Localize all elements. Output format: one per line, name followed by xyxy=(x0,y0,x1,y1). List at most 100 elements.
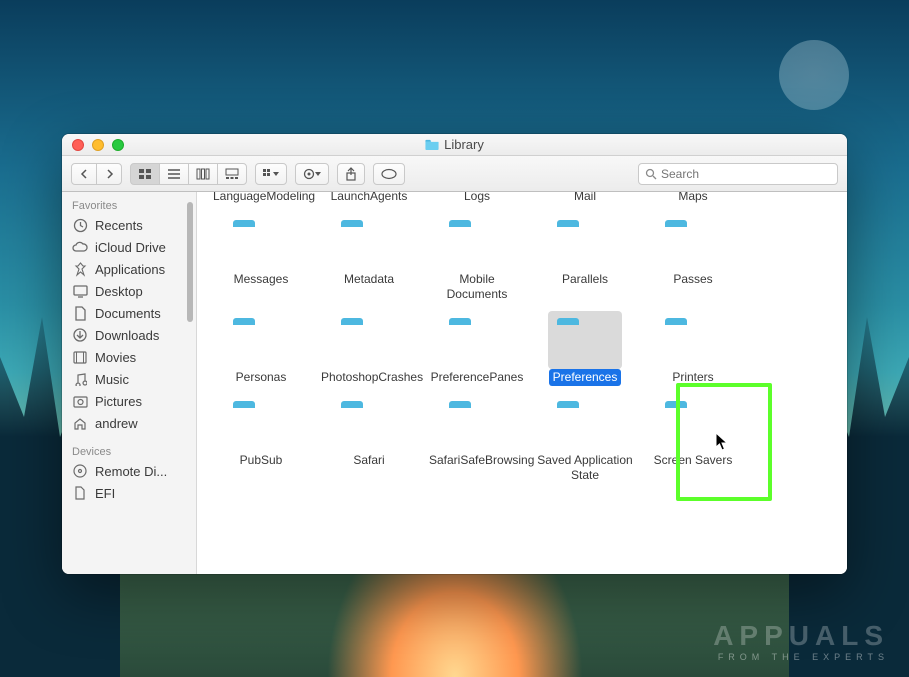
sidebar-item-recents[interactable]: Recents xyxy=(62,214,196,236)
minimize-button[interactable] xyxy=(92,139,104,151)
sidebar-item-downloads[interactable]: Downloads xyxy=(62,324,196,346)
folder-label: Messages xyxy=(230,271,293,288)
search-field[interactable] xyxy=(638,163,838,185)
folder-item[interactable]: LanguageModeling xyxy=(207,192,315,209)
search-input[interactable] xyxy=(661,167,831,181)
sidebar-item-movies[interactable]: Movies xyxy=(62,346,196,368)
close-button[interactable] xyxy=(72,139,84,151)
folder-item[interactable]: Safari xyxy=(315,390,423,488)
content-area[interactable]: LanguageModeling LaunchAgents Logs Mail Maps… xyxy=(197,192,847,574)
documents-icon xyxy=(72,305,88,321)
sidebar-section-favorites: Favorites xyxy=(62,196,196,214)
icon-view-button[interactable] xyxy=(130,163,160,185)
folder-item[interactable]: Saved Application State xyxy=(531,390,639,488)
folder-label: Logs xyxy=(460,192,494,205)
arrange-button[interactable] xyxy=(255,163,287,185)
folder-icon xyxy=(229,315,293,365)
sidebar-item-applications[interactable]: Applications xyxy=(62,258,196,280)
sidebar-item-label: Downloads xyxy=(95,328,159,343)
downloads-icon xyxy=(72,327,88,343)
sidebar-item-music[interactable]: Music xyxy=(62,368,196,390)
gallery-icon xyxy=(225,168,239,180)
folder-item[interactable]: Printers xyxy=(639,307,747,390)
back-button[interactable] xyxy=(71,163,97,185)
folder-label: Metadata xyxy=(340,271,398,288)
sidebar-scrollbar[interactable] xyxy=(187,202,193,322)
folder-label: SafariSafeBrowsing xyxy=(425,452,529,469)
list-view-button[interactable] xyxy=(159,163,189,185)
sidebar-item-label: Desktop xyxy=(95,284,143,299)
folder-icon xyxy=(337,217,401,267)
sidebar-item-desktop[interactable]: Desktop xyxy=(62,280,196,302)
folder-icon xyxy=(425,139,439,150)
folder-label: Safari xyxy=(349,452,388,469)
sidebar: Favorites Recents iCloud Drive Applicati… xyxy=(62,192,197,574)
sidebar-item-icloud[interactable]: iCloud Drive xyxy=(62,236,196,258)
cloud-icon xyxy=(72,239,88,255)
search-icon xyxy=(645,168,657,180)
folder-label: Saved Application State xyxy=(533,452,637,484)
grid-icon xyxy=(138,168,152,180)
folder-label: Maps xyxy=(674,192,711,205)
folder-label: Printers xyxy=(668,369,717,386)
folder-icon xyxy=(445,398,509,448)
pictures-icon xyxy=(72,393,88,409)
clock-icon xyxy=(72,217,88,233)
folder-label: PubSub xyxy=(236,452,287,469)
folder-item[interactable]: PubSub xyxy=(207,390,315,488)
window-title-text: Library xyxy=(444,137,484,152)
folder-item[interactable]: Personas xyxy=(207,307,315,390)
nav-buttons xyxy=(71,163,122,185)
folder-icon xyxy=(337,315,401,365)
folder-icon xyxy=(445,315,509,365)
share-button[interactable] xyxy=(337,163,365,185)
folder-item[interactable]: Preferences xyxy=(531,307,639,390)
folder-icon xyxy=(337,398,401,448)
movies-icon xyxy=(72,349,88,365)
folder-label: Preferences xyxy=(549,369,622,386)
forward-button[interactable] xyxy=(96,163,122,185)
folder-item[interactable]: Metadata xyxy=(315,209,423,307)
folder-item[interactable]: Screen Savers xyxy=(639,390,747,488)
folder-label: Passes xyxy=(669,271,716,288)
window-controls xyxy=(72,139,124,151)
sidebar-item-pictures[interactable]: Pictures xyxy=(62,390,196,412)
folder-icon xyxy=(553,315,617,365)
folder-item[interactable]: Logs xyxy=(423,192,531,209)
folder-item[interactable]: Messages xyxy=(207,209,315,307)
disc-icon xyxy=(72,463,88,479)
arrange-icon xyxy=(263,168,279,180)
sidebar-item-remote-disc[interactable]: Remote Di... xyxy=(62,460,196,482)
maximize-button[interactable] xyxy=(112,139,124,151)
column-view-button[interactable] xyxy=(188,163,218,185)
folder-item[interactable]: SafariSafeBrowsing xyxy=(423,390,531,488)
folder-label: PreferencePanes xyxy=(427,369,528,386)
sidebar-item-label: Documents xyxy=(95,306,161,321)
gallery-view-button[interactable] xyxy=(217,163,247,185)
action-button[interactable] xyxy=(295,163,329,185)
folder-item[interactable]: LaunchAgents xyxy=(315,192,423,209)
folder-icon xyxy=(553,398,617,448)
folder-item[interactable]: Mail xyxy=(531,192,639,209)
folder-label: Mobile Documents xyxy=(425,271,529,303)
folder-item[interactable]: Parallels xyxy=(531,209,639,307)
folder-item[interactable]: Maps xyxy=(639,192,747,209)
sidebar-item-documents[interactable]: Documents xyxy=(62,302,196,324)
sidebar-item-home[interactable]: andrew xyxy=(62,412,196,434)
gear-icon xyxy=(303,168,321,180)
arrange-group xyxy=(255,163,287,185)
folder-item[interactable]: Passes xyxy=(639,209,747,307)
watermark-tagline: FROM THE EXPERTS xyxy=(713,652,889,662)
sidebar-item-efi[interactable]: EFI xyxy=(62,482,196,504)
tags-button[interactable] xyxy=(373,163,405,185)
folder-item[interactable]: PhotoshopCrashes xyxy=(315,307,423,390)
watermark: APPUALS FROM THE EXPERTS xyxy=(713,620,889,662)
folder-label: LaunchAgents xyxy=(327,192,412,205)
folder-label: Parallels xyxy=(558,271,612,288)
folder-icon xyxy=(661,398,725,448)
folder-label: Mail xyxy=(570,192,600,205)
folder-item[interactable]: PreferencePanes xyxy=(423,307,531,390)
watermark-brand: APPUALS xyxy=(713,620,889,652)
titlebar[interactable]: Library xyxy=(62,134,847,156)
folder-item[interactable]: Mobile Documents xyxy=(423,209,531,307)
